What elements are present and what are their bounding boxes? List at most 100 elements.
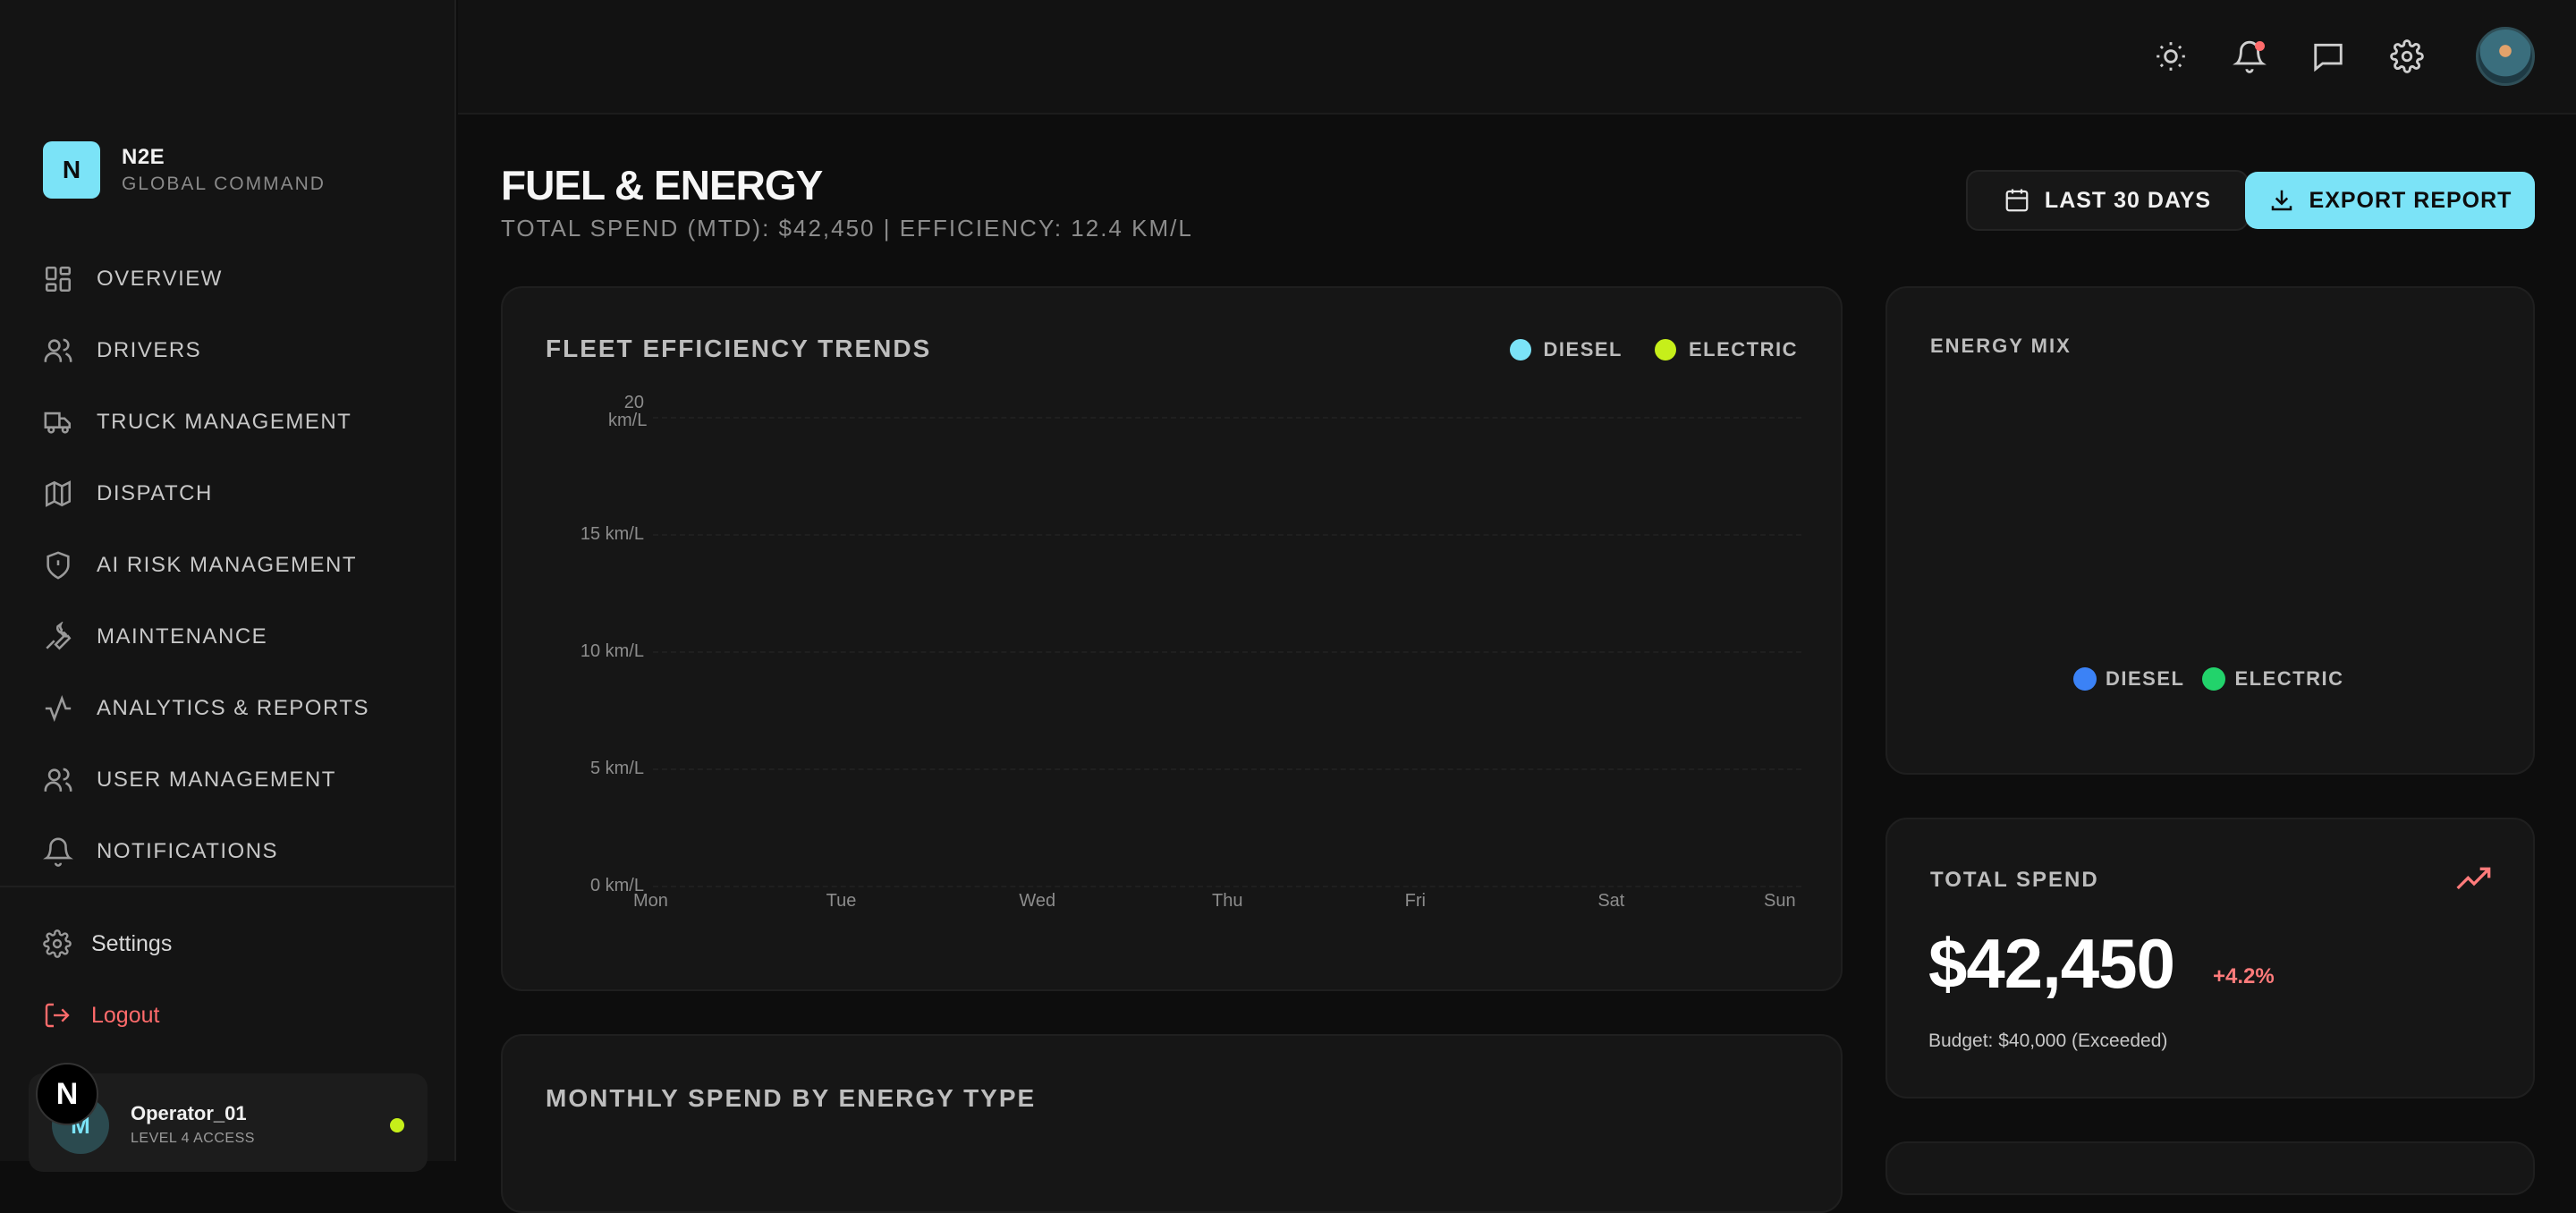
profile-avatar[interactable]: [2476, 27, 2535, 86]
sidebar-item-label: NOTIFICATIONS: [97, 839, 279, 863]
page-subtitle: TOTAL SPEND (MTD): $42,450 | EFFICIENCY:…: [501, 215, 1193, 242]
spend-budget-note: Budget: $40,000 (Exceeded): [1928, 1031, 2168, 1051]
message-icon: [2314, 43, 2343, 72]
sidebar-item-overview[interactable]: OVERVIEW: [0, 243, 456, 315]
legend-dot: [1509, 339, 1531, 361]
y-tick-label: 10 km/L: [580, 641, 644, 661]
users-icon: [44, 338, 72, 362]
grid-line: [653, 417, 1801, 419]
x-tick-label: Sat: [1597, 891, 1625, 911]
date-range-button[interactable]: LAST 30 DAYS: [1966, 170, 2249, 231]
sidebar-item-label: TRUCK MANAGEMENT: [97, 410, 352, 434]
grid-line: [653, 534, 1801, 536]
brand-name: N2E: [122, 145, 165, 169]
logout-label: Logout: [91, 1002, 160, 1028]
legend-item-diesel[interactable]: DIESEL: [1509, 338, 1623, 361]
sidebar-item-label: DRIVERS: [97, 338, 202, 362]
legend-label: ELECTRIC: [1689, 338, 1798, 361]
sun-icon: [2157, 42, 2185, 71]
x-tick-label: Sun: [1764, 891, 1796, 911]
sidebar-item-label: DISPATCH: [97, 481, 213, 505]
users-icon: [44, 768, 72, 792]
card-title: MONTHLY SPEND BY ENERGY TYPE: [546, 1084, 1037, 1112]
notification-dot: [2255, 41, 2265, 51]
map-icon: [45, 480, 72, 507]
theme-toggle-button[interactable]: [2150, 36, 2191, 77]
fleet-efficiency-card: FLEET EFFICIENCY TRENDS DIESEL ELECTRIC …: [501, 286, 1843, 991]
settings-button[interactable]: [2386, 36, 2428, 77]
online-status-dot: [390, 1118, 404, 1132]
logout-link[interactable]: Logout: [0, 980, 456, 1051]
legend-dot: [2202, 667, 2226, 691]
sidebar-item-user-management[interactable]: USER MANAGEMENT: [0, 744, 456, 816]
sidebar: N N2E GLOBAL COMMAND OVERVIEW DRIVERS TR…: [0, 0, 456, 1172]
legend-label: DIESEL: [1543, 338, 1623, 361]
energy-mix-legend: DIESEL ELECTRIC: [2073, 667, 2343, 691]
page-title: FUEL & ENERGY: [501, 162, 823, 208]
wrench-icon: [46, 622, 72, 650]
sidebar-item-label: USER MANAGEMENT: [97, 768, 336, 792]
nextjs-badge[interactable]: N: [36, 1063, 98, 1125]
notifications-button[interactable]: [2229, 36, 2270, 77]
y-tick-label: 20 km/L: [608, 393, 648, 430]
legend-label: ELECTRIC: [2234, 667, 2344, 690]
sidebar-item-label: OVERVIEW: [97, 267, 223, 291]
export-report-label: EXPORT REPORT: [2309, 187, 2512, 213]
settings-link[interactable]: Settings: [0, 908, 456, 980]
activity-icon: [45, 695, 72, 722]
x-tick-label: Tue: [826, 891, 857, 911]
sidebar-item-label: AI RISK MANAGEMENT: [97, 553, 358, 577]
sidebar-item-drivers[interactable]: DRIVERS: [0, 315, 456, 386]
grid-icon: [45, 266, 72, 293]
brand-logo: N: [43, 141, 100, 199]
legend-label: DIESEL: [2106, 667, 2185, 690]
legend-dot: [2073, 667, 2097, 691]
shield-alert-icon: [47, 551, 70, 580]
grid-line: [653, 768, 1801, 770]
legend-item-electric[interactable]: ELECTRIC: [1655, 338, 1798, 361]
card-title: FLEET EFFICIENCY TRENDS: [546, 335, 932, 362]
sidebar-item-analytics-reports[interactable]: ANALYTICS & REPORTS: [0, 673, 456, 744]
sidebar-item-notifications[interactable]: NOTIFICATIONS: [0, 816, 456, 887]
gear-icon: [2390, 39, 2424, 73]
card-title: ENERGY MIX: [1930, 335, 2072, 357]
date-range-label: LAST 30 DAYS: [2044, 187, 2212, 213]
x-tick-label: Thu: [1212, 891, 1243, 911]
chart-legend: DIESEL ELECTRIC: [1509, 338, 1798, 361]
energy-mix-card: ENERGY MIX DIESEL ELECTRIC: [1885, 286, 2535, 775]
sidebar-nav: OVERVIEW DRIVERS TRUCK MANAGEMENT DISPAT…: [0, 243, 456, 887]
x-tick-label: Mon: [633, 891, 668, 911]
user-access-level: LEVEL 4 ACCESS: [131, 1131, 255, 1146]
sidebar-divider: [0, 886, 456, 887]
y-tick-label: 15 km/L: [580, 524, 644, 544]
sidebar-item-label: ANALYTICS & REPORTS: [97, 696, 370, 720]
partial-card: [1885, 1141, 2535, 1195]
legend-item-electric[interactable]: ELECTRIC: [2202, 667, 2343, 691]
user-name: Operator_01: [131, 1102, 247, 1124]
calendar-icon: [2005, 189, 2029, 212]
x-tick-label: Fri: [1404, 891, 1426, 911]
spend-change-badge: +4.2%: [2213, 964, 2275, 988]
sidebar-item-label: MAINTENANCE: [97, 624, 268, 649]
truck-icon: [44, 411, 72, 434]
brand-subtitle: GLOBAL COMMAND: [122, 174, 326, 194]
export-report-button[interactable]: EXPORT REPORT: [2245, 172, 2535, 229]
sidebar-item-ai-risk-management[interactable]: AI RISK MANAGEMENT: [0, 530, 456, 601]
settings-label: Settings: [91, 930, 173, 956]
legend-item-diesel[interactable]: DIESEL: [2073, 667, 2184, 691]
brand[interactable]: N N2E GLOBAL COMMAND: [43, 141, 326, 199]
sidebar-item-dispatch[interactable]: DISPATCH: [0, 458, 456, 530]
gear-icon: [43, 929, 72, 958]
sidebar-item-maintenance[interactable]: MAINTENANCE: [0, 601, 456, 673]
monthly-spend-card: MONTHLY SPEND BY ENERGY TYPE: [501, 1034, 1843, 1213]
grid-line: [653, 651, 1801, 653]
grid-line: [653, 886, 1801, 887]
sidebar-bottom-nav: Settings Logout: [0, 908, 456, 1051]
trending-up-icon: [2456, 867, 2491, 890]
download-icon: [2271, 190, 2292, 211]
messages-button[interactable]: [2308, 36, 2349, 77]
y-tick-label: 5 km/L: [589, 759, 644, 778]
sidebar-item-truck-management[interactable]: TRUCK MANAGEMENT: [0, 386, 456, 458]
bell-icon: [43, 837, 73, 867]
legend-dot: [1655, 339, 1676, 361]
